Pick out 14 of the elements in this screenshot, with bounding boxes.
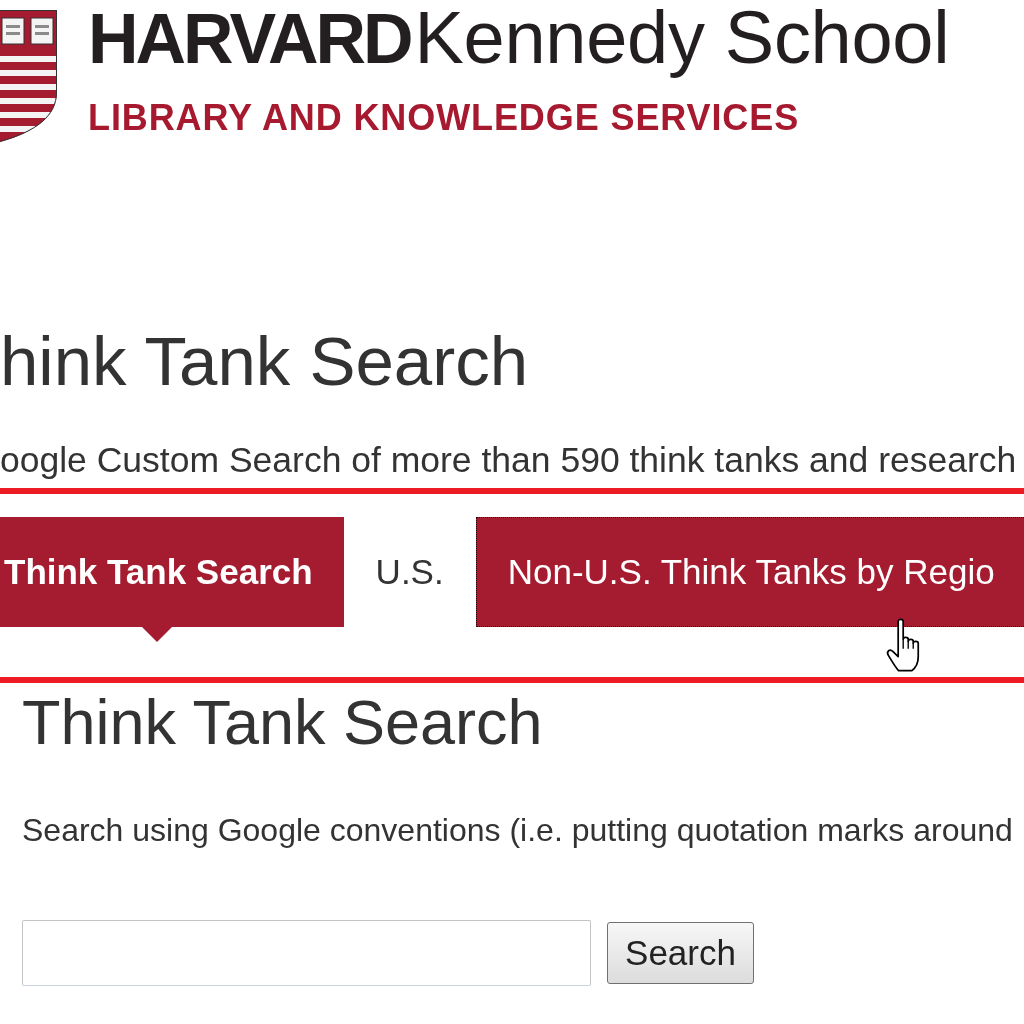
tab[interactable]: U.S.	[343, 517, 476, 627]
instructions-text: Search using Google conventions (i.e. putting quotation marks around	[22, 812, 1014, 848]
search-field[interactable]	[22, 920, 591, 986]
shield-icon	[0, 10, 58, 142]
tab-pointer-icon	[141, 627, 172, 642]
tab[interactable]: Think Tank Search	[0, 517, 344, 627]
tab[interactable]: Non-U.S. Think Tanks by Regio	[475, 517, 1024, 627]
section-heading: Think Tank Search	[22, 689, 543, 755]
hand-cursor-icon	[884, 618, 922, 672]
logo-wordmark: HARVARD	[88, 3, 411, 75]
page-heading: hink Tank Search	[0, 325, 529, 399]
search-button[interactable]: Search	[607, 922, 754, 984]
intro-text: oogle Custom Search of more than 590 think tanks and research	[0, 440, 1017, 480]
logo-subtitle: LIBRARY AND KNOWLEDGE SERVICES	[88, 99, 800, 136]
